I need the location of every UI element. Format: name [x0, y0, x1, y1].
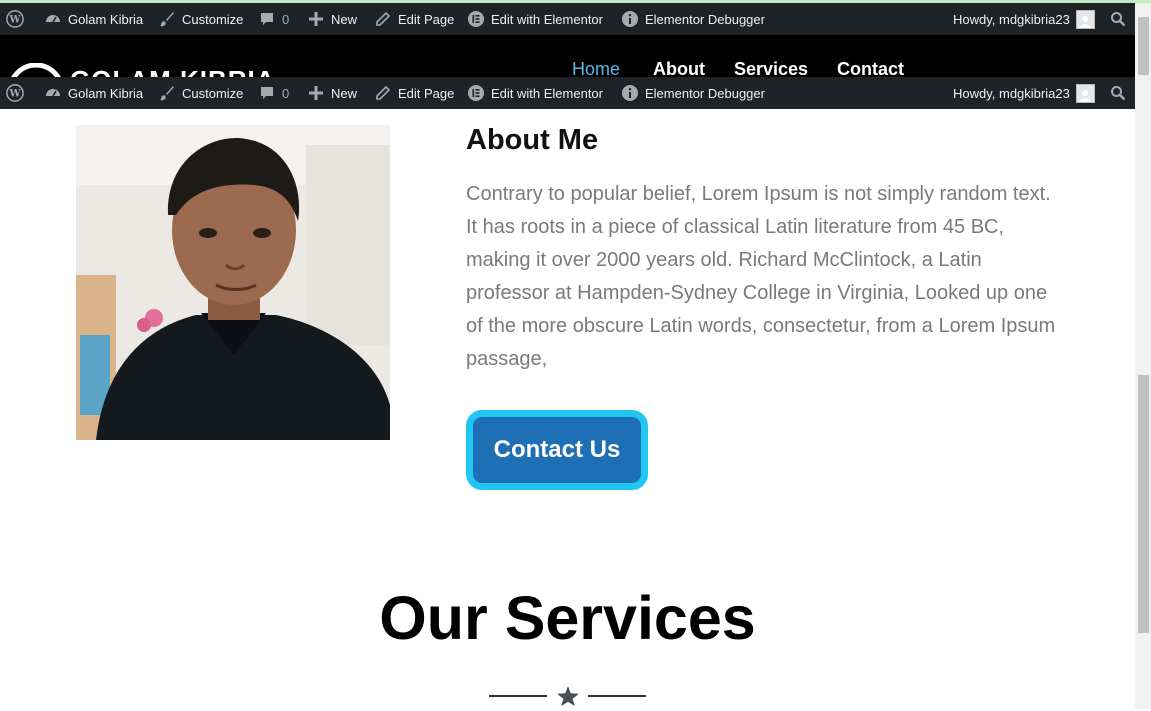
admin-customize[interactable]: Customize [158, 3, 243, 35]
avatar [1075, 9, 1095, 29]
comment-icon [258, 84, 276, 102]
elementor-icon [467, 84, 485, 102]
info-icon [621, 10, 639, 28]
nav-about[interactable]: About [653, 59, 705, 77]
howdy-label: Howdy, mdgkibria23 [953, 85, 1070, 101]
elementor-debugger-label: Elementor Debugger [645, 11, 765, 27]
info-icon [621, 84, 639, 102]
svg-text:W: W [8, 89, 21, 100]
admin-edit-page[interactable]: Edit Page [374, 77, 454, 109]
elementor-debugger-label: Elementor Debugger [645, 85, 765, 101]
star-icon [557, 686, 579, 711]
admin-elementor-debugger[interactable]: Elementor Debugger [621, 3, 765, 35]
admin-comments[interactable]: 0 [258, 3, 289, 35]
site-logo-icon[interactable] [8, 62, 64, 77]
admin-new[interactable]: New [307, 3, 357, 35]
brush-icon [158, 10, 176, 28]
nav-services[interactable]: Services [734, 59, 808, 77]
site-name-label: Golam Kibria [68, 85, 144, 101]
admin-account[interactable]: Howdy, mdgkibria23 [953, 3, 1095, 35]
svg-text:W: W [8, 15, 21, 26]
avatar [1075, 83, 1095, 103]
scrollbar-thumb-secondary[interactable] [1138, 17, 1149, 75]
plus-icon [307, 10, 325, 28]
wordpress-logo-icon[interactable]: W [6, 3, 24, 35]
nav-home[interactable]: Home [572, 59, 620, 77]
comments-count: 0 [282, 11, 290, 27]
scrollbar-thumb[interactable] [1138, 375, 1149, 633]
admin-site-name[interactable]: Golam Kibria [44, 77, 143, 109]
howdy-label: Howdy, mdgkibria23 [953, 11, 1070, 27]
admin-search-icon[interactable] [1110, 3, 1126, 35]
edit-page-label: Edit Page [398, 11, 455, 27]
about-title: About Me [466, 124, 599, 156]
dashboard-icon [44, 10, 62, 28]
admin-bar: W Golam Kibria Customize 0 New Edit Page… [0, 3, 1135, 35]
edit-elementor-label: Edit with Elementor [491, 11, 603, 27]
admin-elementor-debugger[interactable]: Elementor Debugger [621, 77, 765, 109]
site-name-label: Golam Kibria [68, 11, 144, 27]
admin-site-name[interactable]: Golam Kibria [44, 3, 143, 35]
comment-icon [258, 10, 276, 28]
services-title: Our Services [379, 584, 756, 652]
edit-page-label: Edit Page [398, 85, 455, 101]
admin-customize[interactable]: Customize [158, 77, 243, 109]
nav-contact[interactable]: Contact [837, 59, 904, 77]
about-text: Contrary to popular belief, Lorem Ipsum … [466, 183, 1056, 370]
edit-elementor-label: Edit with Elementor [491, 85, 603, 101]
divider-line-right [588, 695, 646, 697]
site-header: GOLAM KIBRIA Home About Services Contact [0, 35, 1135, 77]
elementor-icon [467, 10, 485, 28]
plus-icon [307, 84, 325, 102]
new-label: New [331, 11, 358, 27]
divider-line-left [489, 695, 547, 697]
admin-account[interactable]: Howdy, mdgkibria23 [953, 77, 1095, 109]
admin-comments[interactable]: 0 [258, 77, 289, 109]
brush-icon [158, 84, 176, 102]
admin-new[interactable]: New [307, 77, 357, 109]
admin-bar-sticky: W Golam Kibria Customize 0 New Edit Page… [0, 77, 1135, 109]
customize-label: Customize [182, 85, 244, 101]
pencil-icon [374, 84, 392, 102]
admin-edit-elementor[interactable]: Edit with Elementor [467, 3, 603, 35]
profile-photo [76, 125, 390, 440]
wordpress-logo-icon[interactable]: W [6, 77, 24, 109]
admin-search-icon[interactable] [1110, 77, 1126, 109]
pencil-icon [374, 10, 392, 28]
customize-label: Customize [182, 11, 244, 27]
new-label: New [331, 85, 358, 101]
comments-count: 0 [282, 85, 290, 101]
admin-edit-elementor[interactable]: Edit with Elementor [467, 77, 603, 109]
dashboard-icon [44, 84, 62, 102]
admin-edit-page[interactable]: Edit Page [374, 3, 454, 35]
site-logo-text[interactable]: GOLAM KIBRIA [70, 65, 276, 77]
contact-us-button[interactable]: Contact Us [466, 410, 648, 490]
